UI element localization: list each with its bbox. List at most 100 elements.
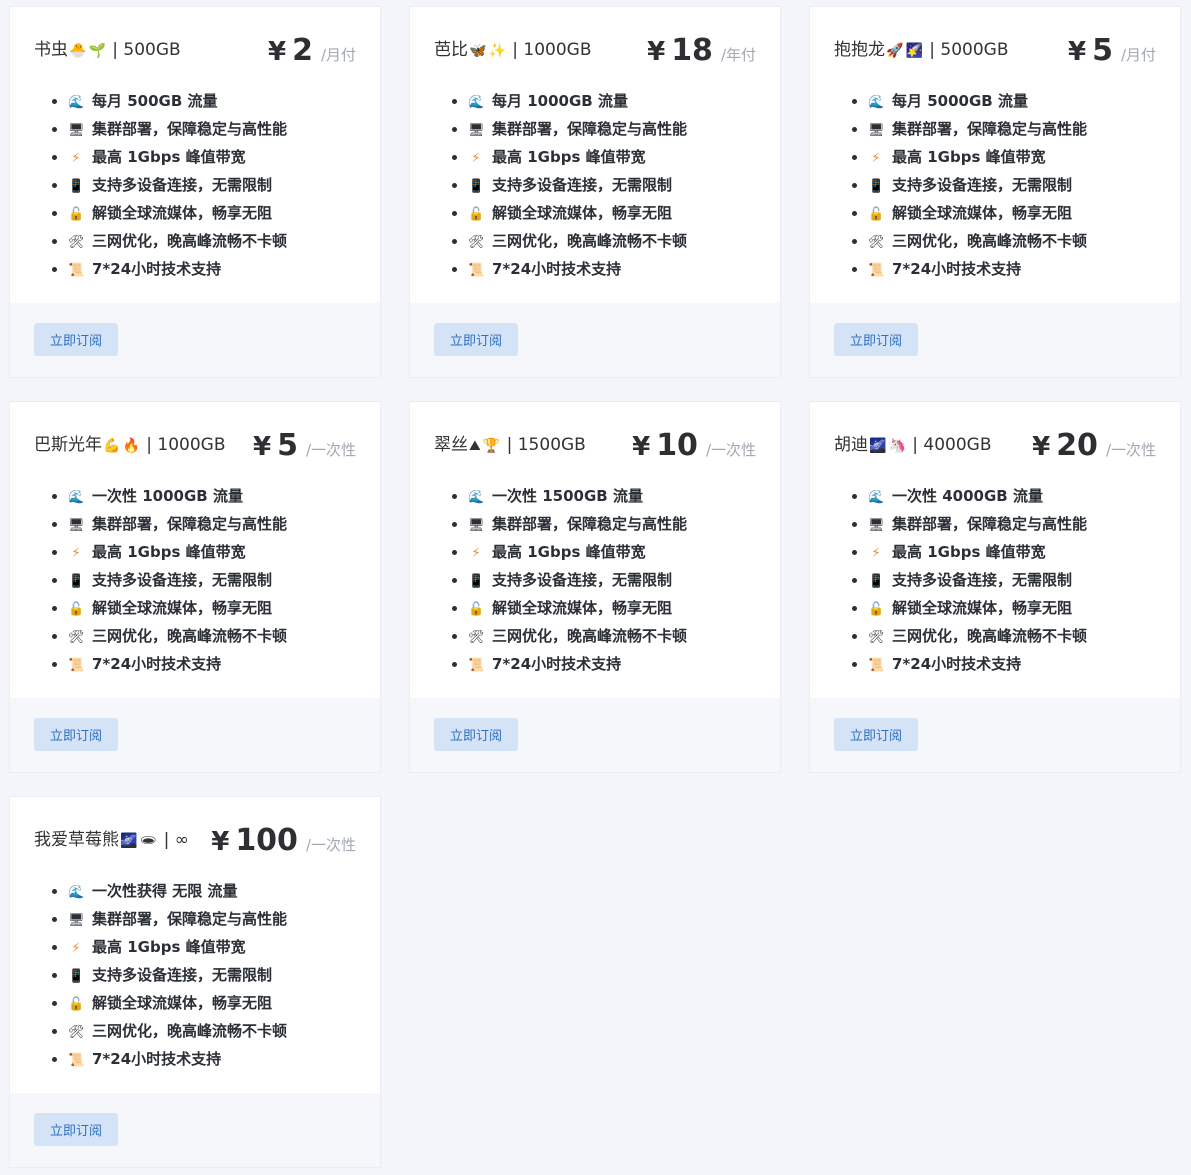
plan-price: ¥20/一次性 (1032, 428, 1156, 468)
currency-symbol: ¥ (267, 37, 287, 67)
price-period: /年付 (720, 46, 756, 64)
plan-title: 芭比🦋 ✨ | 1000GB (434, 38, 592, 63)
tools-icon: 🛠 (468, 630, 485, 645)
currency-symbol: ¥ (252, 432, 272, 462)
plan-name: 巴斯光年 (34, 435, 102, 455)
plan-price: ¥5/一次性 (253, 428, 356, 468)
scroll-icon: 📜 (68, 1053, 85, 1068)
subscribe-button[interactable]: 立即订阅 (434, 323, 518, 356)
tools-icon: 🛠 (868, 235, 885, 250)
scroll-icon: 📜 (68, 658, 85, 673)
feature-item: 🔓解锁全球流媒体，畅享无阻 (468, 199, 780, 227)
price-period: /一次性 (705, 441, 756, 459)
feature-item: 🌊每月 5000GB 流量 (868, 87, 1180, 115)
emoji-butterfly-icon: 🦋 (469, 43, 487, 59)
emoji-chick-icon: 🐣 (69, 43, 87, 59)
plan-card: 芭比🦋✨ | 1000GB ¥18/年付 🌊每月 1000GB 流量 🖥集群部署… (409, 6, 781, 378)
feature-item: 🖥集群部署，保障稳定与高性能 (468, 510, 780, 538)
wave-icon: 🌊 (68, 885, 85, 900)
plan-name: 芭比 (434, 40, 468, 60)
tools-icon: 🛠 (468, 235, 485, 250)
feature-list: 🌊一次性获得 无限 流量 🖥集群部署，保障稳定与高性能 ⚡最高 1Gbps 峰值… (10, 877, 380, 1073)
subscribe-button[interactable]: 立即订阅 (34, 323, 118, 356)
unlock-icon: 🔓 (68, 207, 85, 222)
plan-title: 我爱草莓熊🌌 🕳 | ∞ (34, 828, 189, 853)
monitor-icon: 🖥 (468, 518, 485, 533)
scroll-icon: 📜 (68, 263, 85, 278)
wave-icon: 🌊 (468, 95, 485, 110)
plan-title: 胡迪🌌 🦄 | 4000GB (834, 433, 992, 458)
feature-item: 🖥集群部署，保障稳定与高性能 (468, 115, 780, 143)
phone-icon: 📱 (868, 179, 885, 194)
emoji-seedling-icon: 🌱 (88, 43, 106, 59)
feature-item: 📜7*24小时技术支持 (868, 255, 1180, 283)
wave-icon: 🌊 (468, 490, 485, 505)
feature-item: 📱支持多设备连接，无需限制 (68, 171, 380, 199)
feature-item: 🌊一次性获得 无限 流量 (68, 877, 380, 905)
feature-item: 🛠三网优化，晚高峰流畅不卡顿 (468, 622, 780, 650)
feature-item: 🛠三网优化，晚高峰流畅不卡顿 (68, 227, 380, 255)
plan-title: 抱抱龙🚀 🌠 | 5000GB (834, 38, 1009, 63)
price-period: /一次性 (305, 441, 356, 459)
plan-title: 翠丝⛰ 🏆 | 1500GB (434, 433, 586, 458)
feature-item: 📜7*24小时技术支持 (468, 255, 780, 283)
feature-item: 🔓解锁全球流媒体，畅享无阻 (68, 989, 380, 1017)
plan-card: 巴斯光年💪🔥 | 1000GB ¥5/一次性 🌊一次性 1000GB 流量 🖥集… (9, 401, 381, 773)
lightning-icon: ⚡ (871, 546, 881, 561)
monitor-icon: 🖥 (68, 518, 85, 533)
plan-title: 书虫🐣 🌱 | 500GB (34, 38, 181, 63)
feature-item: 📱支持多设备连接，无需限制 (68, 566, 380, 594)
plan-title: 巴斯光年💪 🔥 | 1000GB (34, 433, 226, 458)
plan-card: 书虫🐣🌱 | 500GB ¥2/月付 🌊每月 500GB 流量 🖥集群部署，保障… (9, 6, 381, 378)
feature-item: 📜7*24小时技术支持 (868, 650, 1180, 678)
feature-item: 📱支持多设备连接，无需限制 (868, 171, 1180, 199)
currency-symbol: ¥ (647, 37, 666, 67)
feature-item: 🔓解锁全球流媒体，畅享无阻 (868, 199, 1180, 227)
wave-icon: 🌊 (868, 95, 885, 110)
emoji-mountain-icon: ⛰ (469, 438, 481, 454)
price-amount: 20 (1056, 428, 1098, 463)
feature-item: 🛠三网优化，晚高峰流畅不卡顿 (68, 1017, 380, 1045)
scroll-icon: 📜 (868, 263, 885, 278)
subscribe-button[interactable]: 立即订阅 (34, 718, 118, 751)
lightning-icon: ⚡ (471, 546, 481, 561)
price-amount: 2 (292, 33, 313, 68)
plan-card: 抱抱龙🚀🌠 | 5000GB ¥5/月付 🌊每月 5000GB 流量 🖥集群部署… (809, 6, 1181, 378)
plan-card: 我爱草莓熊🌌🕳 | ∞ ¥100/一次性 🌊一次性获得 无限 流量 🖥集群部署，… (9, 796, 381, 1168)
plan-data: | 500GB (112, 40, 181, 60)
subscribe-button[interactable]: 立即订阅 (434, 718, 518, 751)
tools-icon: 🛠 (68, 235, 85, 250)
subscribe-button[interactable]: 立即订阅 (34, 1113, 118, 1146)
lightning-icon: ⚡ (71, 151, 81, 166)
currency-symbol: ¥ (1067, 37, 1087, 67)
plan-footer: 立即订阅 (10, 303, 380, 377)
plan-card: 胡迪🌌🦄 | 4000GB ¥20/一次性 🌊一次性 4000GB 流量 🖥集群… (809, 401, 1181, 773)
plan-name: 书虫 (34, 40, 68, 60)
subscribe-button[interactable]: 立即订阅 (834, 718, 918, 751)
feature-item: 🛠三网优化，晚高峰流畅不卡顿 (868, 622, 1180, 650)
feature-item: 🖥集群部署，保障稳定与高性能 (68, 905, 380, 933)
subscribe-button[interactable]: 立即订阅 (834, 323, 918, 356)
monitor-icon: 🖥 (468, 123, 485, 138)
feature-item: ⚡最高 1Gbps 峰值带宽 (468, 143, 780, 171)
feature-item: 📱支持多设备连接，无需限制 (468, 566, 780, 594)
scroll-icon: 📜 (868, 658, 885, 673)
plan-name: 翠丝 (434, 435, 468, 455)
price-amount: 5 (1092, 33, 1113, 68)
feature-item: 🔓解锁全球流媒体，畅享无阻 (68, 594, 380, 622)
lightning-icon: ⚡ (71, 546, 81, 561)
plan-footer: 立即订阅 (10, 1093, 380, 1167)
plan-data: | 1000GB (512, 40, 592, 60)
tools-icon: 🛠 (68, 630, 85, 645)
scroll-icon: 📜 (468, 658, 485, 673)
plan-card: 翠丝⛰🏆 | 1500GB ¥10/一次性 🌊一次性 1500GB 流量 🖥集群… (409, 401, 781, 773)
lightning-icon: ⚡ (71, 941, 81, 956)
feature-item: 🔓解锁全球流媒体，畅享无阻 (868, 594, 1180, 622)
plan-header: 芭比🦋 ✨ | 1000GB ¥18/年付 (410, 7, 780, 87)
feature-item: ⚡最高 1Gbps 峰值带宽 (68, 538, 380, 566)
feature-item: 🖥集群部署，保障稳定与高性能 (868, 115, 1180, 143)
price-period: /月付 (320, 46, 356, 64)
feature-item: 🖥集群部署，保障稳定与高性能 (68, 115, 380, 143)
plan-data: | ∞ (163, 830, 189, 850)
feature-item: ⚡最高 1Gbps 峰值带宽 (68, 933, 380, 961)
